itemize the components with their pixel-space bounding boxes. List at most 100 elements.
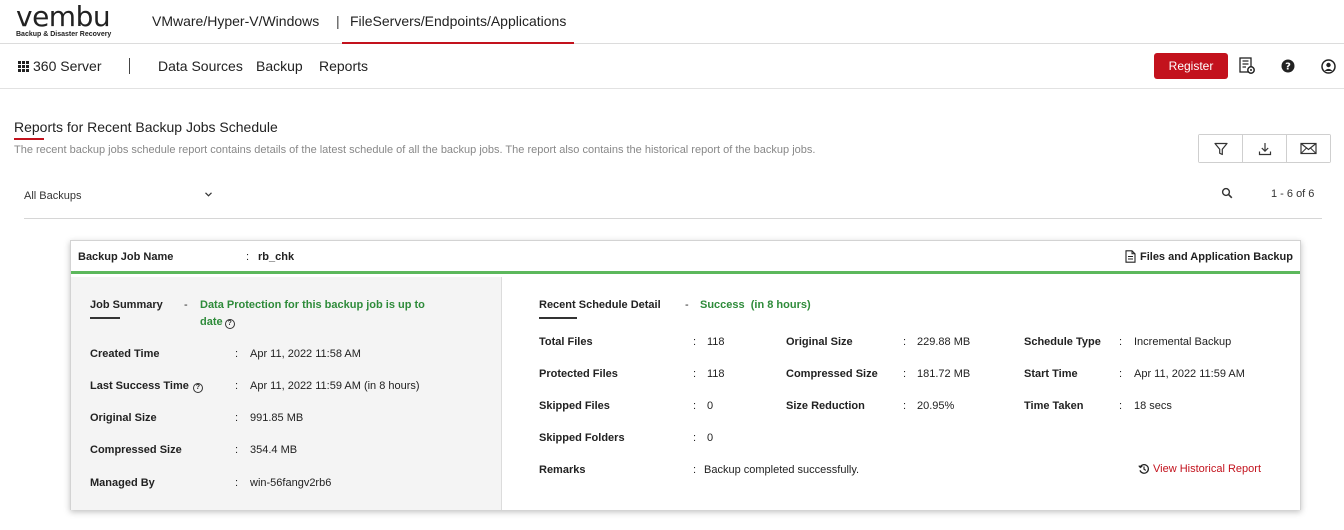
title-underline	[14, 138, 44, 140]
protected-files-colon: :	[693, 368, 697, 380]
start-time-label: Start Time	[1024, 368, 1078, 380]
job-summary-status: Data Protection for this backup job is u…	[200, 299, 425, 311]
user-icon[interactable]	[1318, 56, 1338, 76]
total-files-value: 118	[707, 336, 725, 348]
chevron-down-icon	[204, 190, 213, 202]
recent-original-size-value: 229.88 MB	[917, 336, 971, 348]
recent-schedule-underline	[539, 317, 577, 319]
last-success-time-label: Last Success Time	[90, 380, 189, 392]
server-label: 360 Server	[33, 58, 102, 74]
size-reduction-colon: :	[903, 400, 907, 412]
recent-schedule-status: Success (in 8 hours)	[700, 299, 811, 311]
history-icon	[1138, 463, 1149, 474]
mail-icon	[1300, 142, 1317, 155]
job-summary-dash: -	[184, 299, 188, 311]
recent-compressed-size-colon: :	[903, 368, 907, 380]
document-icon	[1125, 250, 1136, 263]
mail-button[interactable]	[1287, 135, 1330, 162]
tab-fileservers-endpoints-applications[interactable]: FileServers/Endpoints/Applications	[342, 0, 575, 44]
original-size-colon: :	[235, 412, 239, 424]
schedule-type-label: Schedule Type	[1024, 336, 1101, 348]
skipped-folders-value: 0	[707, 432, 714, 444]
search-icon[interactable]	[1221, 186, 1235, 200]
start-time-colon: :	[1119, 368, 1123, 380]
job-name-value: rb_chk	[258, 251, 295, 263]
page-title: Reports for Recent Backup Jobs Schedule	[14, 119, 278, 135]
svg-text:?: ?	[1285, 62, 1291, 73]
size-reduction-label: Size Reduction	[786, 400, 865, 412]
last-success-time-value: Apr 11, 2022 11:59 AM (in 8 hours)	[250, 380, 420, 392]
job-summary-panel: Job Summary - Data Protection for this b…	[71, 277, 502, 510]
skipped-folders-label: Skipped Folders	[539, 432, 625, 444]
job-summary-status-line2: date?	[200, 316, 235, 329]
top-tab-separator: |	[336, 13, 340, 29]
job-summary-status-date: date	[200, 316, 223, 328]
time-taken-colon: :	[1119, 400, 1123, 412]
remarks-label: Remarks	[539, 464, 586, 476]
recent-schedule-label: Recent Schedule Detail	[539, 299, 661, 311]
status-help-icon[interactable]: ?	[224, 319, 235, 329]
page-description: The recent backup jobs schedule report c…	[14, 144, 816, 156]
filter-divider	[24, 218, 1322, 219]
size-reduction-value: 20.95%	[917, 400, 955, 412]
recent-schedule-panel: Recent Schedule Detail - Success (in 8 h…	[502, 277, 1300, 510]
apps-grid-icon	[18, 60, 29, 72]
logo-tagline: Backup & Disaster Recovery	[16, 31, 112, 38]
view-historical-report-label: View Historical Report	[1153, 463, 1262, 475]
managed-by-label: Managed By	[90, 477, 155, 489]
managed-by-value: win-56fangv2rb6	[250, 477, 332, 489]
original-size-value: 991.85 MB	[250, 412, 304, 424]
skipped-folders-colon: :	[693, 432, 697, 444]
filter-icon	[1213, 142, 1228, 155]
recent-original-size-colon: :	[903, 336, 907, 348]
compressed-size-colon: :	[235, 444, 239, 456]
tab-vmware-hyperv-windows[interactable]: VMware/Hyper-V/Windows	[152, 0, 319, 44]
pagination-info: 1 - 6 of 6	[1271, 188, 1315, 200]
view-historical-report-link[interactable]: View Historical Report	[1138, 463, 1261, 475]
help-icon[interactable]: ?	[1278, 56, 1298, 76]
compressed-size-label: Compressed Size	[90, 444, 182, 456]
report-actions	[1198, 134, 1331, 163]
remarks-colon: :	[693, 464, 697, 476]
nav-item-backup[interactable]: Backup	[256, 58, 303, 74]
settings-list-icon[interactable]	[1237, 56, 1257, 76]
server-menu[interactable]: 360 Server	[18, 58, 101, 74]
created-time-value: Apr 11, 2022 11:58 AM	[250, 348, 361, 360]
card-header: Backup Job Name : rb_chk Files and Appli…	[71, 241, 1300, 274]
register-button[interactable]: Register	[1154, 53, 1228, 79]
backup-filter-select[interactable]: All Backups	[24, 190, 220, 206]
recent-original-size-label: Original Size	[786, 336, 853, 348]
job-summary-underline	[90, 317, 120, 319]
job-name-colon: :	[246, 251, 250, 263]
total-files-label: Total Files	[539, 336, 593, 348]
time-taken-label: Time Taken	[1024, 400, 1084, 412]
recent-compressed-size-value: 181.72 MB	[917, 368, 971, 380]
time-taken-value: 18 secs	[1134, 400, 1172, 412]
nav-item-data-sources[interactable]: Data Sources	[158, 58, 243, 74]
nav-item-reports[interactable]: Reports	[319, 58, 368, 74]
created-time-label: Created Time	[90, 348, 160, 360]
last-success-time-row: Last Success Time?	[90, 380, 203, 393]
protected-files-value: 118	[707, 368, 725, 380]
filter-button[interactable]	[1199, 135, 1243, 162]
nav-divider	[129, 58, 130, 74]
schedule-type-value: Incremental Backup	[1134, 336, 1232, 348]
backup-job-card: Backup Job Name : rb_chk Files and Appli…	[70, 240, 1301, 510]
backup-type: Files and Application Backup	[1125, 250, 1293, 263]
vembu-logo[interactable]: vembu Backup & Disaster Recovery	[16, 0, 126, 40]
start-time-value: Apr 11, 2022 11:59 AM	[1134, 368, 1245, 380]
skipped-files-label: Skipped Files	[539, 400, 610, 412]
managed-by-colon: :	[235, 477, 239, 489]
recent-compressed-size-label: Compressed Size	[786, 368, 878, 380]
download-button[interactable]	[1243, 135, 1287, 162]
last-success-time-colon: :	[235, 380, 239, 392]
nav-bar: 360 Server Data Sources Backup Reports R…	[0, 44, 1344, 89]
logo-wordmark: vembu	[16, 0, 111, 33]
job-name-label: Backup Job Name	[78, 251, 174, 263]
last-success-help-icon[interactable]: ?	[192, 383, 203, 393]
backup-filter-value: All Backups	[24, 190, 82, 202]
backup-type-label: Files and Application Backup	[1139, 250, 1293, 263]
recent-schedule-dash: -	[685, 299, 689, 311]
created-time-colon: :	[235, 348, 239, 360]
top-bar: vembu Backup & Disaster Recovery VMware/…	[0, 0, 1344, 44]
